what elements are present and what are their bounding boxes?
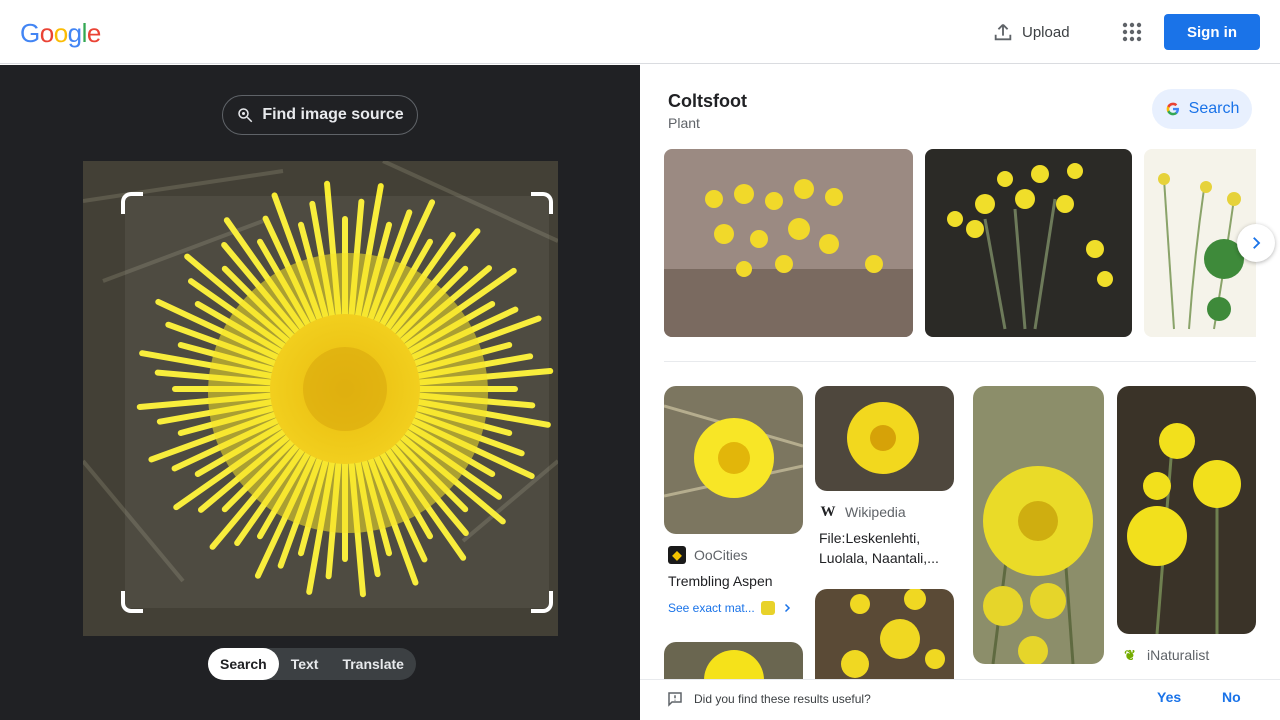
- query-image-panel: Find image source Search Text Translate: [0, 65, 640, 720]
- grid-icon[interactable]: [1120, 20, 1144, 44]
- upload-label: Upload: [1022, 23, 1070, 41]
- logo-letter: e: [86, 18, 101, 48]
- entity-search-button[interactable]: Search: [1152, 89, 1252, 129]
- tab-search[interactable]: Search: [208, 648, 279, 680]
- chevron-right-icon: [784, 603, 790, 613]
- wikipedia-icon: W: [820, 503, 836, 520]
- result-source[interactable]: W Wikipedia: [819, 503, 906, 521]
- upload-button[interactable]: Upload: [992, 20, 1070, 44]
- oocities-icon: ◆: [668, 546, 686, 564]
- mode-tab-bar: Search Text Translate: [208, 648, 416, 680]
- result-source[interactable]: ◆ OoCities: [668, 546, 748, 564]
- result-title-line[interactable]: File:Leskenlehti,: [819, 528, 920, 548]
- logo-letter: o: [53, 18, 68, 48]
- see-exact-matches-link[interactable]: See exact mat...: [668, 601, 793, 615]
- exact-match-label: See exact mat...: [668, 601, 755, 615]
- top-bar: Google Upload Sign in: [0, 0, 1280, 64]
- crop-handle-top-left[interactable]: [121, 192, 143, 214]
- chevron-right-icon: [1253, 237, 1261, 249]
- tab-text[interactable]: Text: [279, 648, 331, 680]
- result-title[interactable]: Trembling Aspen: [668, 571, 773, 591]
- feedback-bar: Did you find these results useful? Yes N…: [640, 679, 1280, 720]
- sign-in-button[interactable]: Sign in: [1164, 14, 1260, 50]
- result-image[interactable]: [1117, 386, 1256, 634]
- tab-translate[interactable]: Translate: [330, 648, 415, 680]
- crop-handle-bottom-right[interactable]: [531, 591, 553, 613]
- result-source-label: iNaturalist: [1147, 647, 1210, 663]
- result-title-line[interactable]: Luolala, Naantali,...: [819, 548, 939, 568]
- lens-search-icon: [238, 108, 253, 123]
- logo-letter: g: [67, 18, 82, 48]
- crop-handle-bottom-left[interactable]: [121, 591, 143, 613]
- feedback-icon: [668, 692, 682, 707]
- result-image[interactable]: [815, 386, 954, 491]
- logo-letter: o: [39, 18, 54, 48]
- next-images-button[interactable]: [1237, 224, 1275, 262]
- exact-match-thumbnail: [760, 601, 775, 615]
- upload-icon: [994, 24, 1012, 41]
- query-image[interactable]: [83, 161, 558, 636]
- result-image[interactable]: [664, 386, 803, 534]
- inaturalist-icon: ❦: [1124, 646, 1136, 663]
- feedback-question: Did you find these results useful?: [694, 692, 871, 706]
- result-source[interactable]: ❦ iNaturalist: [1121, 646, 1209, 664]
- google-logo[interactable]: Google: [20, 18, 101, 49]
- result-image[interactable]: [815, 589, 954, 684]
- result-image[interactable]: [664, 642, 803, 682]
- find-image-source-button[interactable]: Find image source: [222, 95, 418, 135]
- feedback-yes-button[interactable]: Yes: [1157, 689, 1181, 705]
- logo-letter: G: [20, 18, 40, 48]
- crop-handle-top-right[interactable]: [531, 192, 553, 214]
- entity-search-label: Search: [1188, 100, 1240, 117]
- entity-title: Coltsfoot: [668, 91, 747, 111]
- result-source-label: OoCities: [694, 547, 748, 563]
- feedback-no-button[interactable]: No: [1222, 689, 1241, 705]
- entity-image[interactable]: [925, 149, 1132, 337]
- find-image-source-label: Find image source: [262, 106, 404, 123]
- result-image[interactable]: [973, 386, 1104, 664]
- section-divider: [664, 361, 1256, 362]
- results-panel: Coltsfoot Plant Search ◆ OoCities Trembl…: [640, 65, 1280, 720]
- entity-image[interactable]: [664, 149, 913, 337]
- google-g-icon: [1166, 102, 1179, 116]
- result-source-label: Wikipedia: [845, 504, 906, 520]
- entity-subtitle: Plant: [668, 115, 700, 131]
